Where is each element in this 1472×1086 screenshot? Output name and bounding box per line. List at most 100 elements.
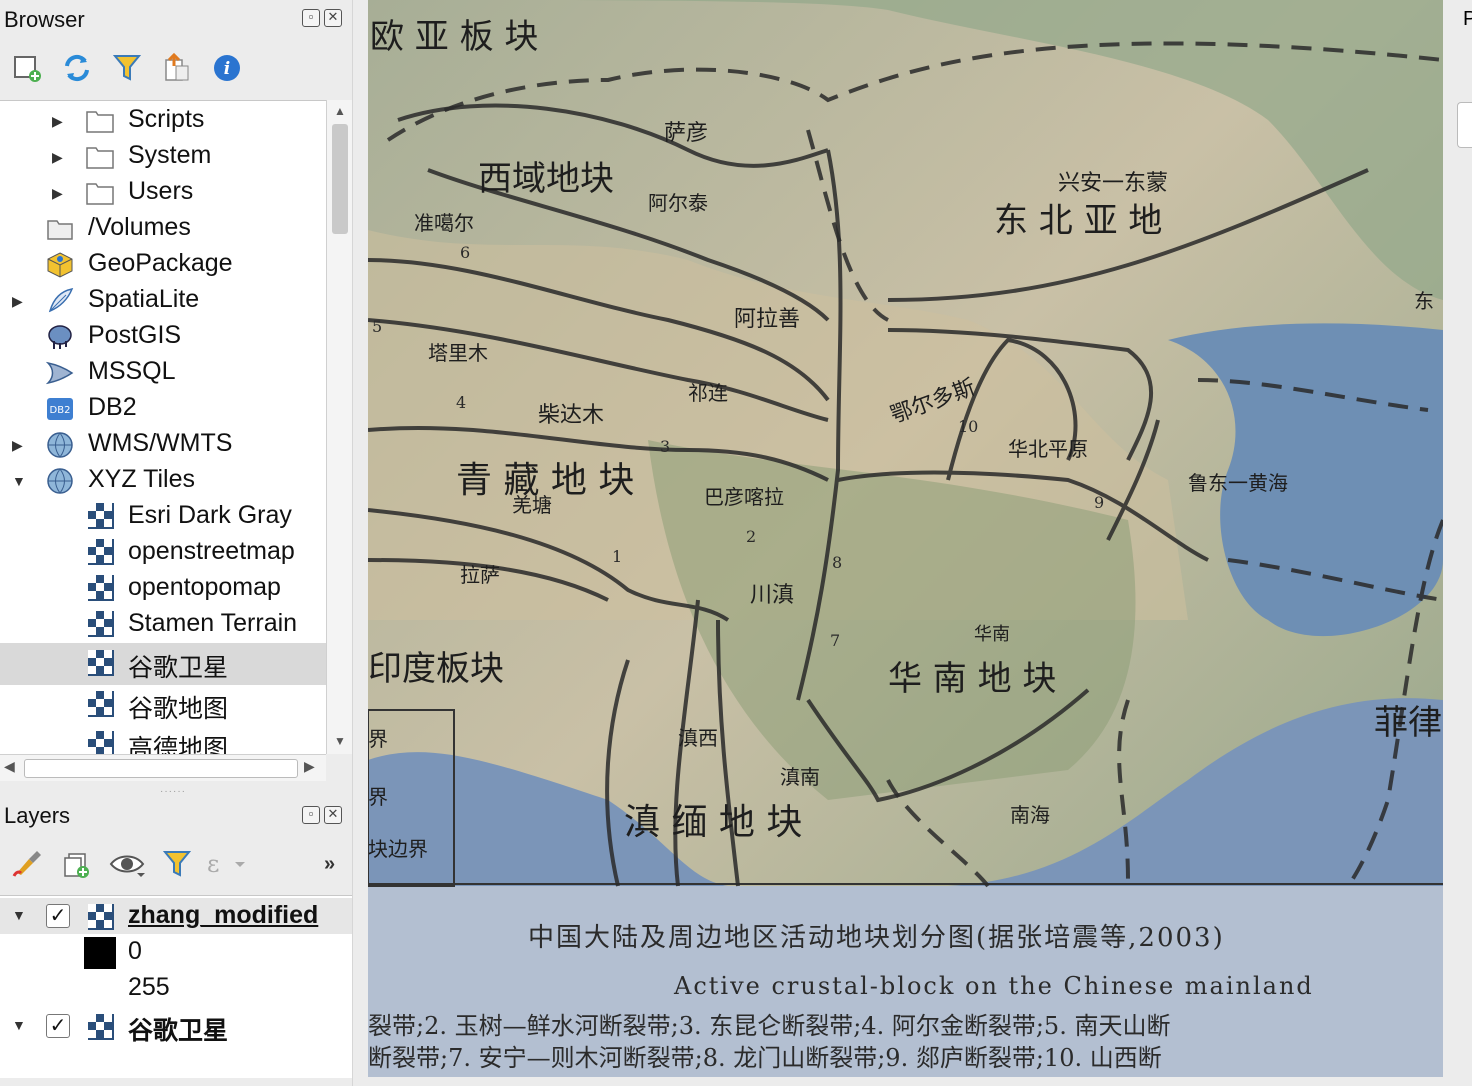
filter-legend-button[interactable] (152, 844, 202, 884)
add-group-button[interactable] (52, 844, 102, 884)
float-panel-button[interactable]: ▫ (302, 9, 320, 27)
svg-text:2: 2 (746, 527, 756, 546)
browser-item-users[interactable]: ▶ Users (0, 175, 326, 211)
collapse-arrow-icon[interactable]: ▼ (12, 1017, 26, 1033)
svg-text:东 北 亚 地: 东 北 亚 地 (994, 201, 1162, 241)
svg-text:5: 5 (372, 317, 382, 336)
h-scroll-thumb[interactable] (24, 759, 298, 778)
layer-name[interactable]: 谷歌卫星 (128, 1011, 228, 1047)
collapsed-arrow-icon[interactable]: ▶ (52, 113, 63, 130)
toolbar-overflow-button[interactable]: » (324, 853, 335, 876)
browser-vertical-scrollbar[interactable]: ▲ ▼ (326, 100, 353, 754)
browser-item-openstreetmap[interactable]: openstreetmap (0, 535, 326, 571)
legend-swatch-black (84, 937, 116, 969)
legend-row-low: 0 (0, 934, 352, 970)
map-image: 欧 亚 板 块 萨彦 西域地块 阿尔泰 准噶尔 兴安一东蒙 东 北 亚 地 阿拉… (368, 0, 1443, 1077)
svg-text:川滇: 川滇 (750, 583, 794, 608)
collapsed-arrow-icon[interactable]: ▶ (12, 437, 23, 454)
browser-item-label: /Volumes (88, 213, 191, 241)
browser-panel-title: Browser (4, 7, 85, 32)
svg-text:1: 1 (612, 547, 622, 566)
scroll-left-arrow-icon[interactable]: ◀ (4, 758, 15, 775)
add-layer-button[interactable] (2, 48, 52, 88)
browser-item-esri-dark-gray[interactable]: Esri Dark Gray (0, 499, 326, 535)
layer-name[interactable]: zhang_modified (128, 901, 318, 930)
folder-icon (86, 107, 114, 135)
xyz-tile-icon (88, 691, 116, 719)
svg-text:羌塘: 羌塘 (512, 493, 552, 517)
collapsed-arrow-icon[interactable]: ▶ (52, 185, 63, 202)
layer-visibility-checkbox[interactable]: ✓ (46, 1014, 70, 1038)
browser-item-谷歌卫星[interactable]: 谷歌卫星 (0, 643, 326, 685)
browser-item-mssql[interactable]: MSSQL (0, 355, 326, 391)
browser-item-谷歌地图[interactable]: 谷歌地图 (0, 687, 326, 723)
volumes-icon (46, 215, 74, 243)
browser-item-label: 谷歌地图 (128, 695, 229, 723)
svg-text:菲律: 菲律 (1374, 703, 1442, 743)
close-layers-panel-button[interactable]: ✕ (324, 806, 342, 824)
browser-item-scripts[interactable]: ▶ Scripts (0, 103, 326, 139)
folder-icon (86, 143, 114, 171)
svg-text:i: i (224, 59, 230, 79)
browser-toolbar: i (2, 48, 252, 88)
browser-horizontal-scrollbar[interactable]: ◀ ▶ (0, 754, 326, 781)
expanded-arrow-icon[interactable]: ▼ (12, 473, 26, 489)
svg-text:ε: ε (207, 850, 219, 878)
browser-item-spatialite[interactable]: ▶ SpatiaLite (0, 283, 326, 319)
map-canvas[interactable]: 欧 亚 板 块 萨彦 西域地块 阿尔泰 准噶尔 兴安一东蒙 东 北 亚 地 阿拉… (368, 0, 1443, 1077)
layer-row-zhang-modified[interactable]: ▼ ✓ zhang_modified (0, 898, 352, 934)
scroll-thumb[interactable] (332, 124, 348, 234)
browser-item-stamen-terrain[interactable]: Stamen Terrain (0, 607, 326, 643)
browser-item-label: System (128, 141, 212, 169)
collapse-arrow-icon[interactable]: ▼ (12, 907, 26, 923)
svg-text:印度板块: 印度板块 (368, 649, 504, 689)
browser-item-system[interactable]: ▶ System (0, 139, 326, 175)
browser-item-label: SpatiaLite (88, 285, 200, 313)
browser-item-volumes[interactable]: /Volumes (0, 211, 326, 247)
collapse-icon (165, 52, 189, 81)
info-button[interactable]: i (202, 48, 252, 88)
splitter-handle[interactable]: ······ (160, 786, 186, 797)
collapse-all-button[interactable] (152, 48, 202, 88)
main-splitter[interactable] (352, 0, 369, 1086)
browser-item-opentopomap[interactable]: opentopomap (0, 571, 326, 607)
browser-item-高德地图[interactable]: 高德地图 (0, 727, 326, 755)
svg-text:3: 3 (660, 437, 670, 456)
xyz-tile-icon (88, 611, 116, 639)
refresh-button[interactable] (52, 48, 102, 88)
raster-layer-icon (88, 1014, 114, 1040)
svg-text:祁连: 祁连 (688, 381, 728, 405)
browser-item-db2[interactable]: DB2 DB2 (0, 391, 326, 427)
browser-item-postgis[interactable]: PostGIS (0, 319, 326, 355)
svg-text:阿尔泰: 阿尔泰 (648, 191, 708, 215)
right-panel-input[interactable] (1457, 102, 1472, 148)
browser-item-wms-wmts[interactable]: ▶ WMS/WMTS (0, 427, 326, 463)
collapsed-arrow-icon[interactable]: ▶ (52, 149, 63, 166)
layer-visibility-checkbox[interactable]: ✓ (46, 904, 70, 928)
collapsed-arrow-icon[interactable]: ▶ (12, 293, 23, 310)
scroll-down-arrow-icon[interactable]: ▼ (334, 734, 346, 748)
browser-tree[interactable]: ▶ Scripts ▶ System ▶ Users/Volumes GeoPackage ▶… (0, 100, 326, 755)
filter-expression-button[interactable]: ε (202, 844, 252, 884)
browser-item-geopackage[interactable]: GeoPackage (0, 247, 326, 283)
scroll-right-arrow-icon[interactable]: ▶ (304, 758, 315, 775)
svg-text:南海: 南海 (1010, 803, 1050, 827)
svg-text:准噶尔: 准噶尔 (414, 211, 474, 235)
filter-button[interactable] (102, 48, 152, 88)
svg-text:滇 缅 地 块: 滇 缅 地 块 (624, 802, 802, 843)
scroll-up-arrow-icon[interactable]: ▲ (334, 104, 346, 118)
layer-row-google-satellite[interactable]: ▼ ✓ 谷歌卫星 (0, 1008, 352, 1047)
float-layers-panel-button[interactable]: ▫ (302, 806, 320, 824)
layers-toolbar: ε » (2, 844, 335, 884)
svg-text:西域地块: 西域地块 (478, 159, 614, 199)
browser-item-xyz-tiles[interactable]: ▼ XYZ Tiles (0, 463, 326, 499)
close-panel-button[interactable]: ✕ (324, 9, 342, 27)
style-manager-button[interactable] (2, 844, 52, 884)
right-panel-title: P (1463, 8, 1472, 30)
svg-text:拉萨: 拉萨 (460, 563, 500, 587)
postgis-icon (46, 323, 74, 351)
svg-text:10: 10 (958, 417, 978, 436)
svg-text:裂带;2. 玉树—鲜水河断裂带;3. 东昆仑断裂带;4. 阿: 裂带;2. 玉树—鲜水河断裂带;3. 东昆仑断裂带;4. 阿尔金断裂带;5. 南… (368, 1012, 1170, 1040)
manage-visibility-button[interactable] (102, 844, 152, 884)
layers-tree[interactable]: ▼ ✓ zhang_modified 0 255 ▼ ✓ 谷歌卫星 (0, 895, 352, 1078)
